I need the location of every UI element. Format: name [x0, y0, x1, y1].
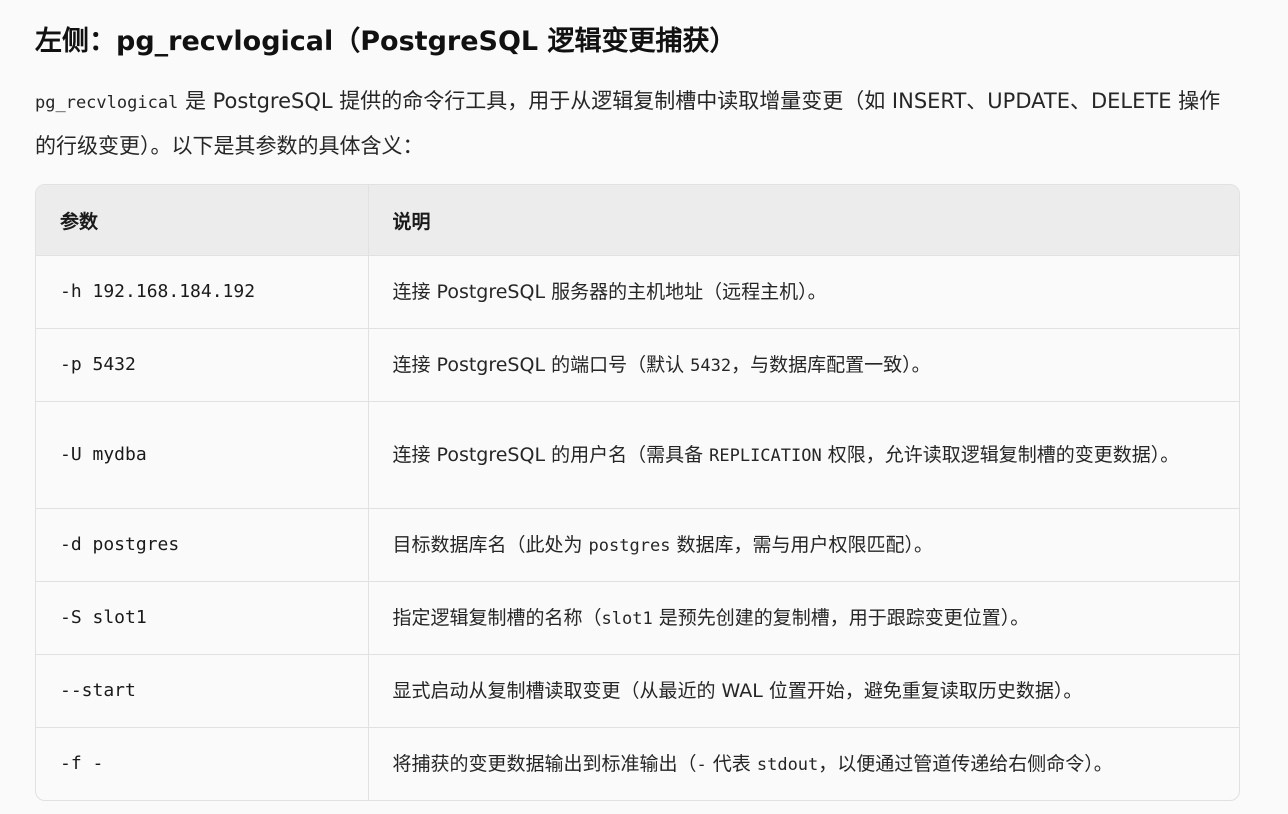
table-row: -h 192.168.184.192 连接 PostgreSQL 服务器的主机地… — [36, 255, 1239, 329]
desc-text: 连接 PostgreSQL 服务器的主机地址（远程主机）。 — [392, 281, 827, 303]
param-cell: -S slot1 — [36, 581, 368, 655]
table-row: -S slot1 指定逻辑复制槽的名称（slot1 是预先创建的复制槽，用于跟踪… — [36, 581, 1239, 655]
desc-text: 权限，允许读取逻辑复制槽的变更数据）。 — [821, 443, 1180, 466]
desc-code: postgres — [588, 535, 671, 556]
desc-text: 指定逻辑复制槽的名称（ — [392, 606, 602, 629]
table-row: -U mydba 连接 PostgreSQL 的用户名（需具备 REPLICAT… — [36, 401, 1239, 509]
intro-text: 是 PostgreSQL 提供的命令行工具，用于从逻辑复制槽中读取增量变更（如 … — [35, 89, 1221, 158]
desc-cell: 显式启动从复制槽读取变更（从最近的 WAL 位置开始，避免重复读取历史数据）。 — [367, 654, 1239, 728]
param-cell: -p 5432 — [36, 328, 368, 402]
desc-text: 数据库，需与用户权限匹配）。 — [670, 533, 933, 556]
param-cell: --start — [36, 654, 368, 728]
desc-text: 是预先创建的复制槽，用于跟踪变更位置）。 — [652, 606, 1030, 629]
desc-text: ，与数据库配置一致）。 — [731, 353, 931, 376]
desc-code: slot1 — [601, 608, 653, 629]
desc-cell: 连接 PostgreSQL 服务器的主机地址（远程主机）。 — [367, 255, 1239, 329]
table-row: -f - 将捕获的变更数据输出到标准输出（- 代表 stdout，以便通过管道传… — [36, 727, 1239, 800]
desc-cell: 指定逻辑复制槽的名称（slot1 是预先创建的复制槽，用于跟踪变更位置）。 — [367, 581, 1239, 655]
param-cell: -h 192.168.184.192 — [60, 281, 256, 302]
desc-text: 显式启动从复制槽读取变更（从最近的 WAL 位置开始，避免重复读取历史数据）。 — [392, 680, 1083, 702]
desc-cell: 连接 PostgreSQL 的端口号（默认 5432，与数据库配置一致）。 — [367, 328, 1239, 402]
desc-text: 连接 PostgreSQL 的用户名（需具备 — [392, 443, 710, 466]
intro-code: pg_recvlogical — [35, 93, 179, 113]
desc-code: stdout — [756, 754, 819, 775]
table-row: -d postgres 目标数据库名（此处为 postgres 数据库，需与用户… — [36, 508, 1239, 582]
desc-code: - — [696, 754, 707, 775]
param-cell: -U mydba — [36, 401, 368, 509]
desc-cell: 将捕获的变更数据输出到标准输出（- 代表 stdout，以便通过管道传递给右侧命… — [367, 727, 1239, 800]
desc-text: 将捕获的变更数据输出到标准输出（ — [392, 752, 697, 775]
header-param: 参数 — [36, 185, 368, 256]
header-desc: 说明 — [367, 185, 1239, 256]
desc-text: 代表 — [706, 752, 757, 775]
table-row: --start 显式启动从复制槽读取变更（从最近的 WAL 位置开始，避免重复读… — [36, 654, 1239, 728]
desc-text: 连接 PostgreSQL 的端口号（默认 — [392, 353, 691, 376]
intro-paragraph: pg_recvlogical 是 PostgreSQL 提供的命令行工具，用于从… — [35, 80, 1235, 168]
document-page: 左侧：pg_recvlogical（PostgreSQL 逻辑变更捕获） pg_… — [0, 0, 1288, 168]
desc-code: 5432 — [690, 355, 732, 376]
desc-cell: 连接 PostgreSQL 的用户名（需具备 REPLICATION 权限，允许… — [367, 401, 1239, 509]
param-cell: -f - — [36, 727, 368, 800]
parameter-table: 参数 说明 -h 192.168.184.192 连接 PostgreSQL 服… — [35, 184, 1240, 801]
desc-code: REPLICATION — [709, 445, 822, 466]
desc-cell: 目标数据库名（此处为 postgres 数据库，需与用户权限匹配）。 — [367, 508, 1239, 582]
desc-text: 目标数据库名（此处为 — [392, 533, 589, 556]
desc-text: ，以便通过管道传递给右侧命令）。 — [818, 752, 1113, 775]
page-title: 左侧：pg_recvlogical（PostgreSQL 逻辑变更捕获） — [35, 26, 737, 57]
param-cell: -d postgres — [36, 508, 368, 582]
table-row: -p 5432 连接 PostgreSQL 的端口号（默认 5432，与数据库配… — [36, 328, 1239, 402]
